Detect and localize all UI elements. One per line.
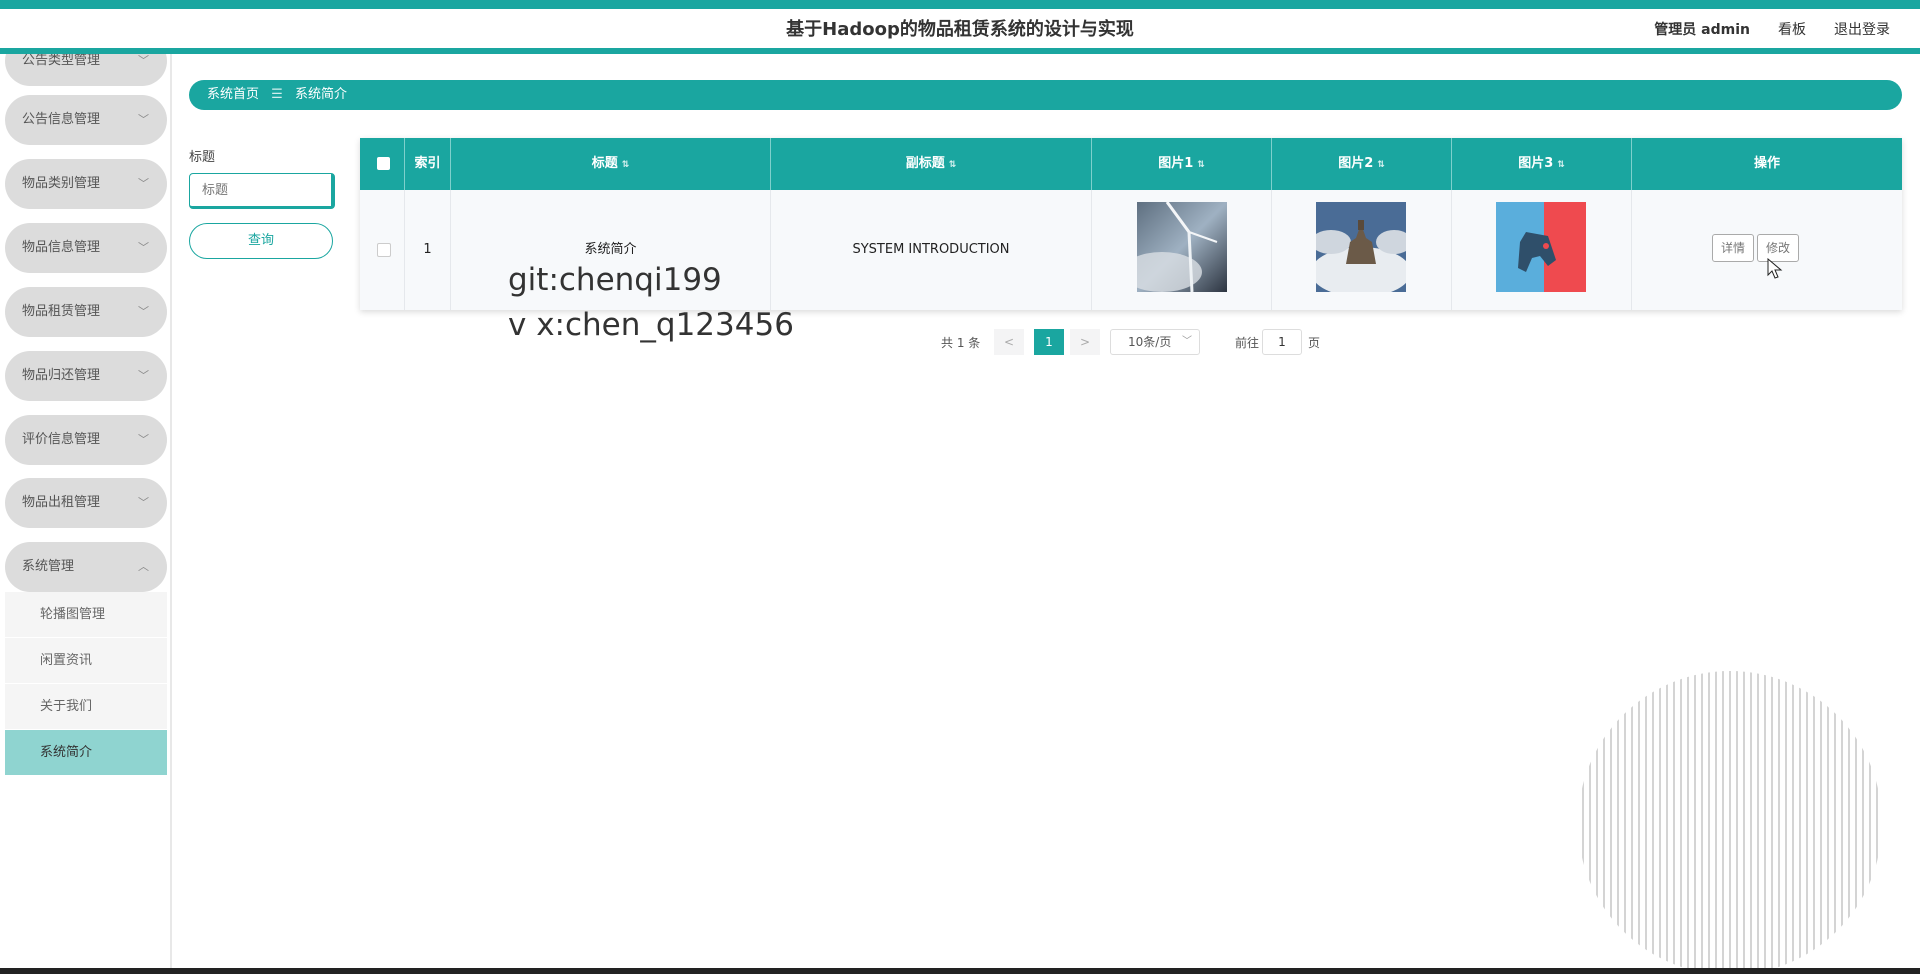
sidebar-item-label: 物品信息管理 xyxy=(22,240,101,255)
sidebar-subitem-label: 轮播图管理 xyxy=(40,607,106,622)
page-number-button[interactable]: 1 xyxy=(1034,329,1064,355)
gamepad-image xyxy=(1496,202,1586,292)
column-label: 副标题 xyxy=(905,156,945,171)
sidebar-subitem-idle-news[interactable]: 闲置资讯 xyxy=(5,638,167,683)
sort-icon[interactable]: ⇅ xyxy=(1557,160,1565,170)
sidebar-item-item-return[interactable]: 物品归还管理 ﹀ xyxy=(5,351,167,401)
cell-subtitle: SYSTEM INTRODUCTION xyxy=(771,190,1092,310)
cell-image2 xyxy=(1272,190,1452,310)
table-header: 索引 标题 ⇅ 副标题 ⇅ 图片1 ⇅ 图片2 ⇅ 图片3 ⇅ 操作 xyxy=(360,138,1902,190)
wind-turbine-image xyxy=(1137,202,1227,292)
chevron-down-icon: ﹀ xyxy=(138,113,149,126)
chevron-down-icon: ﹀ xyxy=(1182,336,1192,347)
page-size-select[interactable]: 10条/页 ﹀ xyxy=(1110,329,1200,355)
sidebar-item-label: 物品租赁管理 xyxy=(22,304,101,319)
column-image2[interactable]: 图片2 ⇅ xyxy=(1272,138,1452,190)
breadcrumb-home[interactable]: 系统首页 xyxy=(207,87,259,102)
sidebar-subitem-label: 闲置资讯 xyxy=(40,653,93,668)
pagination: 共 1 条 < 1 > 10条/页 ﹀ 前往 页 xyxy=(0,329,1920,355)
sidebar-item-item-info[interactable]: 物品信息管理 ﹀ xyxy=(5,223,167,273)
sidebar-item-label: 系统管理 xyxy=(22,559,75,574)
mouse-cursor-icon xyxy=(1767,258,1783,279)
sidebar-item-label: 公告信息管理 xyxy=(22,112,101,127)
title-search-input[interactable] xyxy=(189,173,335,209)
sort-icon[interactable]: ⇅ xyxy=(1377,160,1385,170)
watermark-line-1: git:chenqi199 xyxy=(508,262,722,298)
sort-icon[interactable]: ⇅ xyxy=(949,160,957,170)
sidebar-item-label: 物品出租管理 xyxy=(22,495,101,510)
sort-icon[interactable]: ⇅ xyxy=(622,160,630,170)
chevron-down-icon: ﹀ xyxy=(138,496,149,509)
header-actions: 管理员 admin 看板 退出登录 xyxy=(1654,19,1890,39)
sidebar: 公告类型管理 ﹀ 公告信息管理 ﹀ 物品类别管理 ﹀ 物品信息管理 ﹀ 物品租赁… xyxy=(0,54,172,974)
dashboard-link[interactable]: 看板 xyxy=(1778,19,1806,39)
search-button[interactable]: 查询 xyxy=(189,223,333,259)
sidebar-item-system[interactable]: 系统管理 ︿ xyxy=(5,542,167,592)
column-actions: 操作 xyxy=(1632,138,1902,190)
cell-image3 xyxy=(1452,190,1632,310)
sidebar-subitem-label: 系统简介 xyxy=(40,745,93,760)
goto-label: 前往 xyxy=(1235,336,1260,350)
sidebar-subitem-carousel[interactable]: 轮播图管理 xyxy=(5,592,167,637)
logout-link[interactable]: 退出登录 xyxy=(1834,19,1890,39)
chevron-down-icon: ﹀ xyxy=(138,433,149,446)
next-page-button[interactable]: > xyxy=(1070,329,1100,355)
taskbar-strip xyxy=(0,968,1920,974)
column-label: 标题 xyxy=(591,156,618,171)
top-bar: 基于Hadoop的物品租赁系统的设计与实现 管理员 admin 看板 退出登录 xyxy=(0,0,1920,54)
castle-clouds-image xyxy=(1316,202,1406,292)
page-title: 基于Hadoop的物品租赁系统的设计与实现 xyxy=(786,19,1134,40)
chevron-up-icon: ︿ xyxy=(138,560,149,573)
column-label: 图片1 xyxy=(1158,156,1194,171)
decorative-circle xyxy=(1578,671,1882,974)
column-subtitle[interactable]: 副标题 ⇅ xyxy=(771,138,1092,190)
sidebar-item-item-category[interactable]: 物品类别管理 ﹀ xyxy=(5,159,167,209)
chevron-down-icon: ﹀ xyxy=(138,54,149,67)
column-label: 索引 xyxy=(414,156,441,171)
prev-page-button[interactable]: < xyxy=(994,329,1024,355)
breadcrumb-separator-icon: ☰ xyxy=(271,87,283,102)
breadcrumb: 系统首页 ☰ 系统简介 xyxy=(189,80,1902,110)
pagination-total: 共 1 条 xyxy=(941,336,981,350)
row-checkbox[interactable] xyxy=(377,243,391,257)
page-size-value: 10条/页 xyxy=(1128,335,1172,349)
chevron-down-icon: ﹀ xyxy=(138,369,149,382)
sidebar-item-label: 评价信息管理 xyxy=(22,432,101,447)
row-select-cell xyxy=(360,190,405,310)
breadcrumb-current: 系统简介 xyxy=(294,87,347,102)
goto-page-input[interactable] xyxy=(1262,329,1302,355)
sidebar-subitem-system-intro[interactable]: 系统简介 xyxy=(5,730,167,775)
cell-image1 xyxy=(1092,190,1272,310)
sidebar-subitem-label: 关于我们 xyxy=(40,699,93,714)
column-label: 操作 xyxy=(1753,156,1780,171)
cell-index: 1 xyxy=(405,190,451,310)
sidebar-item-review[interactable]: 评价信息管理 ﹀ xyxy=(5,415,167,465)
sidebar-subitem-about[interactable]: 关于我们 xyxy=(5,684,167,729)
column-label: 图片3 xyxy=(1518,156,1554,171)
sidebar-item-notice-info[interactable]: 公告信息管理 ﹀ xyxy=(5,95,167,145)
sort-icon[interactable]: ⇅ xyxy=(1197,160,1205,170)
select-all-checkbox[interactable] xyxy=(377,157,390,170)
cell-actions: 详情 修改 xyxy=(1632,190,1902,310)
search-label: 标题 xyxy=(189,150,216,165)
sidebar-item-notice-type[interactable]: 公告类型管理 ﹀ xyxy=(5,54,167,86)
select-all-cell xyxy=(360,138,405,190)
column-image1[interactable]: 图片1 ⇅ xyxy=(1092,138,1272,190)
chevron-down-icon: ﹀ xyxy=(138,241,149,254)
sidebar-item-label: 公告类型管理 xyxy=(22,54,101,68)
detail-button[interactable]: 详情 xyxy=(1712,234,1755,262)
current-user: 管理员 admin xyxy=(1654,22,1750,38)
sidebar-item-item-lease[interactable]: 物品出租管理 ﹀ xyxy=(5,478,167,528)
column-title[interactable]: 标题 ⇅ xyxy=(451,138,771,190)
sidebar-item-label: 物品归还管理 xyxy=(22,368,101,383)
sidebar-item-label: 物品类别管理 xyxy=(22,176,101,191)
column-index: 索引 xyxy=(405,138,451,190)
chevron-down-icon: ﹀ xyxy=(138,177,149,190)
column-label: 图片2 xyxy=(1338,156,1374,171)
page-unit-label: 页 xyxy=(1308,336,1321,350)
column-image3[interactable]: 图片3 ⇅ xyxy=(1452,138,1632,190)
